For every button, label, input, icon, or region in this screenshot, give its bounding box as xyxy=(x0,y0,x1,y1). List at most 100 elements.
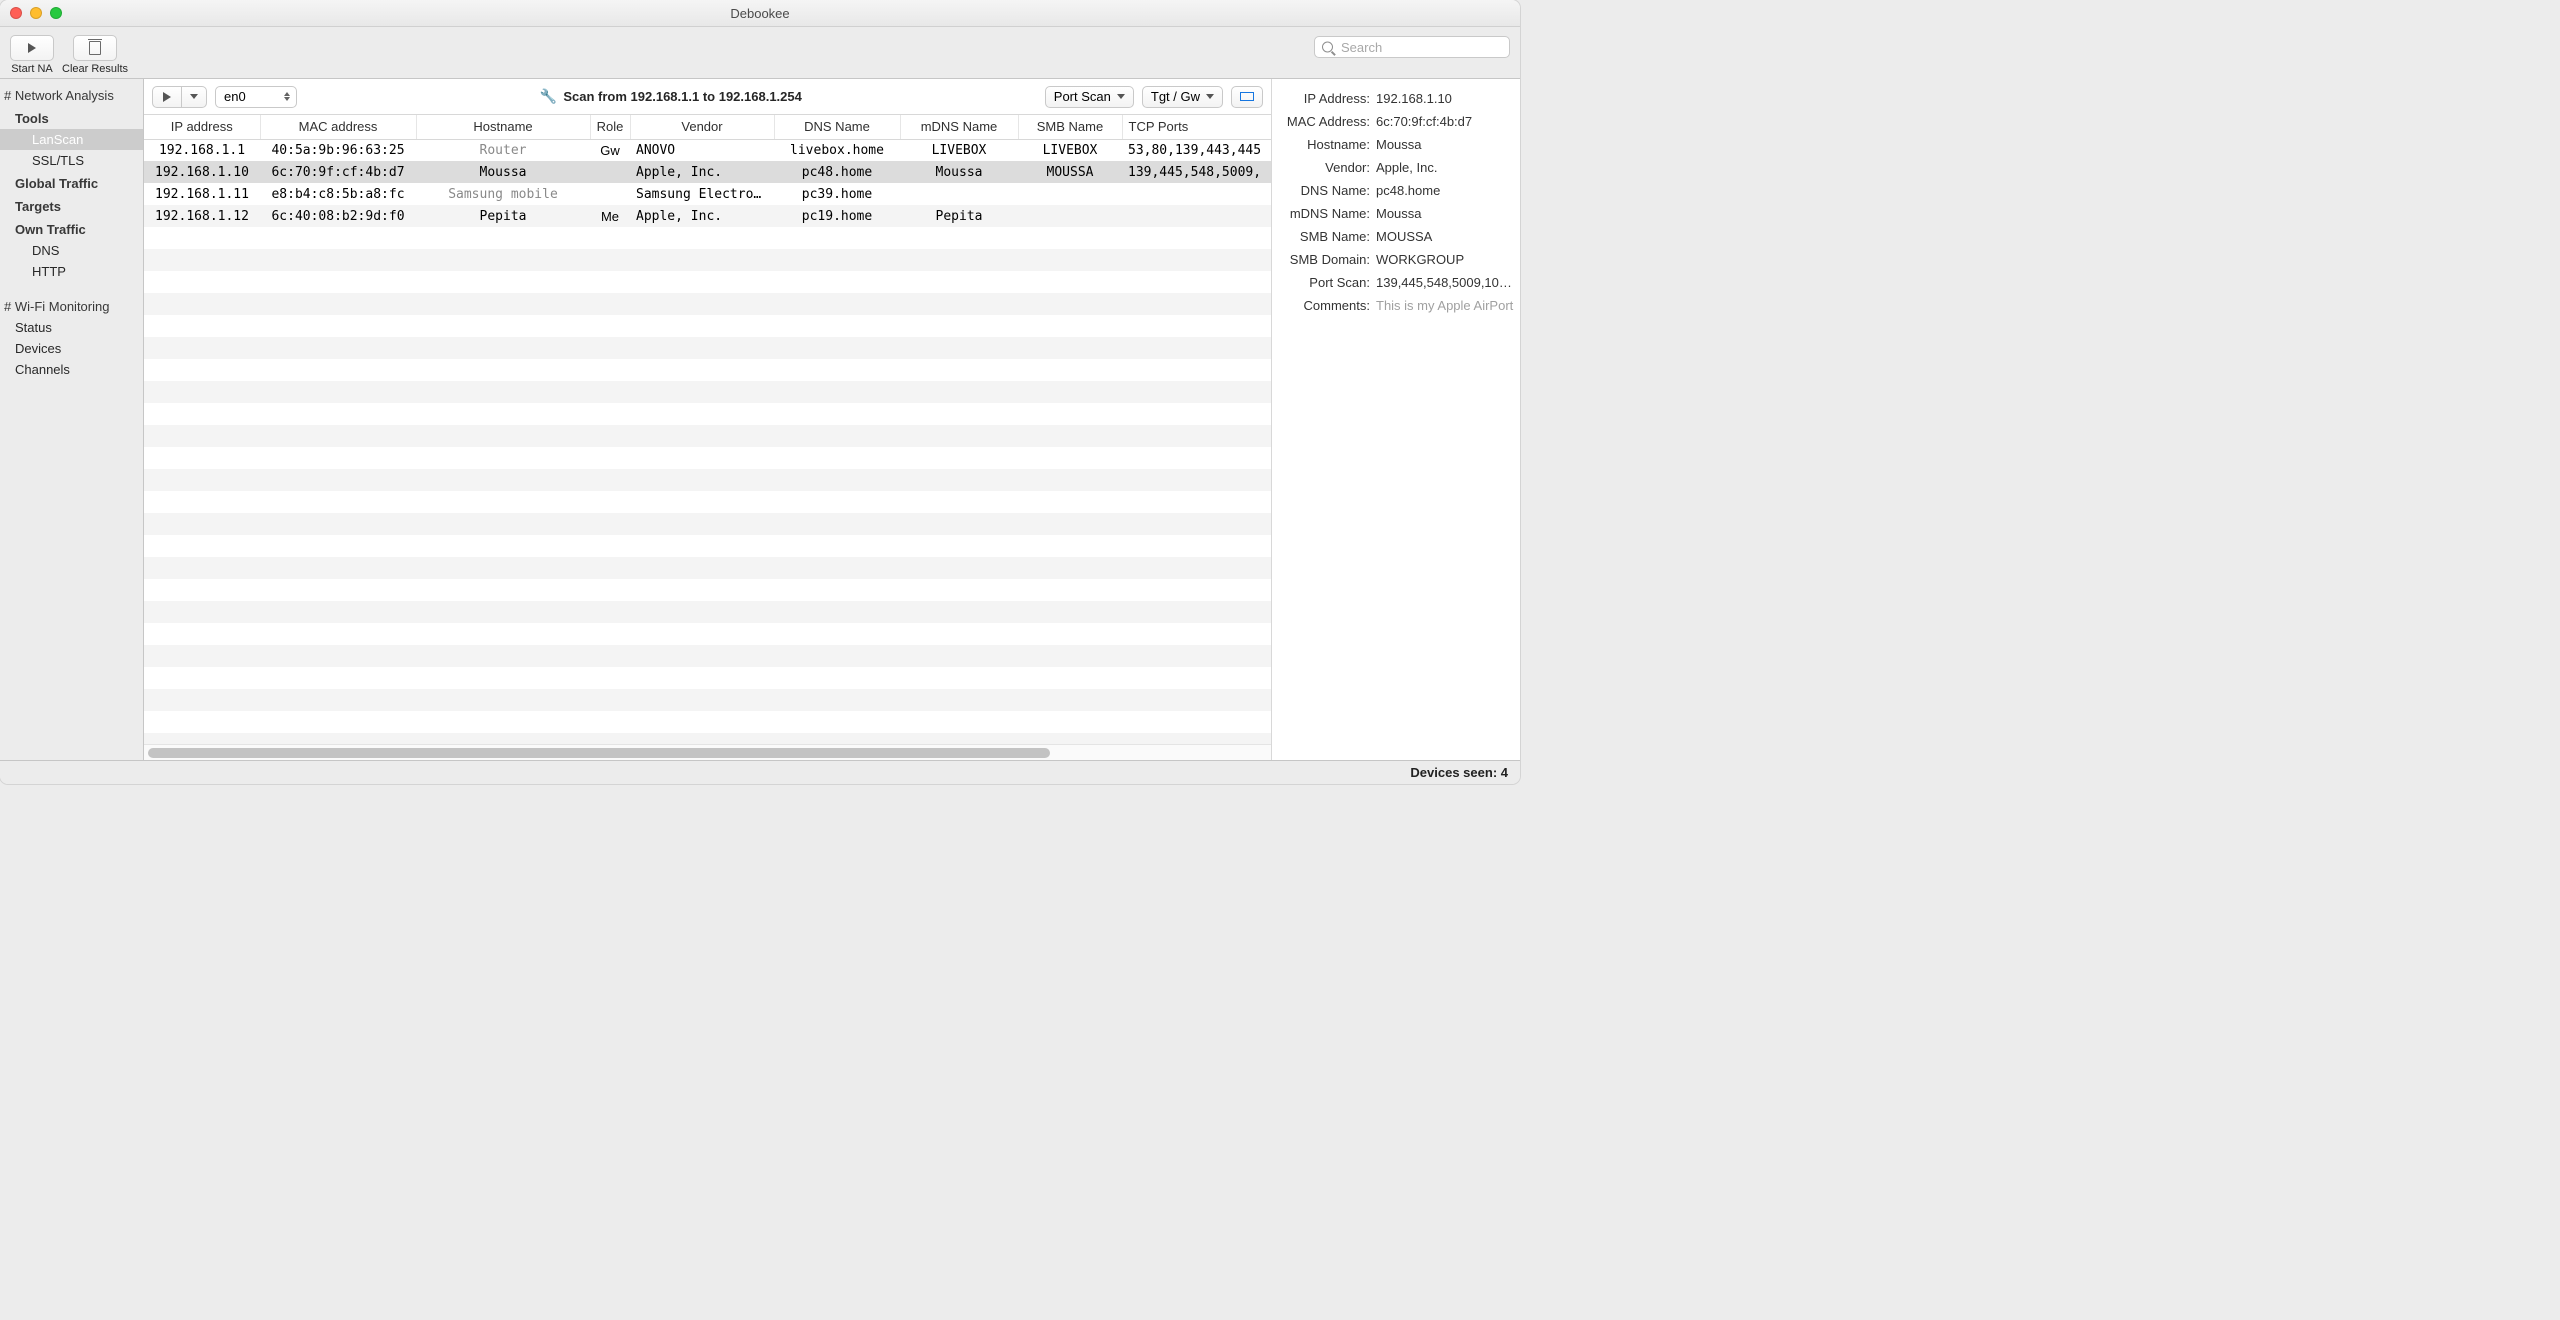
table-row-empty xyxy=(144,447,1271,469)
table-row-empty xyxy=(144,667,1271,689)
interface-select[interactable]: en0 xyxy=(215,86,297,108)
tgt-gw-popup[interactable]: Tgt / Gw xyxy=(1142,86,1223,108)
sidebar-item-http[interactable]: HTTP xyxy=(0,261,143,282)
table-cell: Pepita xyxy=(900,205,1018,227)
table-cell: ANOVO xyxy=(630,139,774,161)
sidebar-item-devices[interactable]: Devices xyxy=(0,338,143,359)
search-wrap xyxy=(1314,36,1510,58)
detail-value-mdns: Moussa xyxy=(1376,206,1514,221)
table-cell xyxy=(590,161,630,183)
trash-icon xyxy=(89,41,101,55)
detail-value-ports: 139,445,548,5009,10000 xyxy=(1376,275,1514,290)
table-header-row: IP address MAC address Hostname Role Ven… xyxy=(144,115,1271,139)
search-input[interactable] xyxy=(1314,36,1510,58)
table-row[interactable]: 192.168.1.11e8:b4:c8:5b:a8:fcSamsung mob… xyxy=(144,183,1271,205)
table-row-empty xyxy=(144,623,1271,645)
center-pane: en0 🔧 Scan from 192.168.1.1 to 192.168.1… xyxy=(144,79,1272,760)
table-row-empty xyxy=(144,645,1271,667)
detail-value-ip: 192.168.1.10 xyxy=(1376,91,1514,106)
scan-dropdown-button[interactable] xyxy=(182,87,206,107)
sidebar-item-ssltls[interactable]: SSL/TLS xyxy=(0,150,143,171)
table-row-empty xyxy=(144,293,1271,315)
table-row-empty xyxy=(144,249,1271,271)
table-cell: livebox.home xyxy=(774,139,900,161)
table-row[interactable]: 192.168.1.106c:70:9f:cf:4b:d7MoussaApple… xyxy=(144,161,1271,183)
detail-label-mac: MAC Address: xyxy=(1278,114,1370,129)
table-row-empty xyxy=(144,689,1271,711)
detail-label-mdns: mDNS Name: xyxy=(1278,206,1370,221)
table-row-empty xyxy=(144,337,1271,359)
panel-icon xyxy=(1240,92,1254,101)
clear-results-button[interactable] xyxy=(73,35,117,61)
table-row-empty xyxy=(144,315,1271,337)
sidebar-group-globaltraffic[interactable]: Global Traffic xyxy=(0,171,143,194)
col-ip[interactable]: IP address xyxy=(144,115,260,139)
scroll-thumb[interactable] xyxy=(148,748,1050,758)
detail-value-mac: 6c:70:9f:cf:4b:d7 xyxy=(1376,114,1514,129)
table-cell: Moussa xyxy=(416,161,590,183)
lanscan-table-wrap[interactable]: IP address MAC address Hostname Role Ven… xyxy=(144,115,1271,744)
col-mdns[interactable]: mDNS Name xyxy=(900,115,1018,139)
detail-toggle-button[interactable] xyxy=(1231,86,1263,108)
detail-label-smbdom: SMB Domain: xyxy=(1278,252,1370,267)
table-row-empty xyxy=(144,403,1271,425)
detail-label-dns: DNS Name: xyxy=(1278,183,1370,198)
table-cell: Pepita xyxy=(416,205,590,227)
col-role[interactable]: Role xyxy=(590,115,630,139)
col-dns[interactable]: DNS Name xyxy=(774,115,900,139)
col-host[interactable]: Hostname xyxy=(416,115,590,139)
play-icon xyxy=(163,92,171,102)
port-scan-popup[interactable]: Port Scan xyxy=(1045,86,1134,108)
table-cell: Gw xyxy=(590,139,630,161)
table-row-empty xyxy=(144,381,1271,403)
toolbar: Start NA Clear Results xyxy=(0,27,1520,79)
table-cell: LIVEBOX xyxy=(1018,139,1122,161)
table-row[interactable]: 192.168.1.140:5a:9b:96:63:25RouterGwANOV… xyxy=(144,139,1271,161)
table-cell xyxy=(1122,205,1271,227)
scan-play-button[interactable] xyxy=(153,87,182,107)
table-cell xyxy=(1018,183,1122,205)
table-row-empty xyxy=(144,579,1271,601)
sidebar-item-channels[interactable]: Channels xyxy=(0,359,143,380)
clear-results-label: Clear Results xyxy=(62,63,128,75)
sidebar-group-targets[interactable]: Targets xyxy=(0,194,143,217)
table-row-empty xyxy=(144,535,1271,557)
table-row[interactable]: 192.168.1.126c:40:08:b2:9d:f0PepitaMeApp… xyxy=(144,205,1271,227)
close-window-button[interactable] xyxy=(10,7,22,19)
table-cell: e8:b4:c8:5b:a8:fc xyxy=(260,183,416,205)
table-cell: 139,445,548,5009, xyxy=(1122,161,1271,183)
sidebar-item-dns[interactable]: DNS xyxy=(0,240,143,261)
play-icon xyxy=(28,43,36,53)
zoom-window-button[interactable] xyxy=(50,7,62,19)
sidebar-item-status[interactable]: Status xyxy=(0,317,143,338)
table-row-empty xyxy=(144,271,1271,293)
table-row-empty xyxy=(144,711,1271,733)
start-na-label: Start NA xyxy=(11,63,53,75)
col-smb[interactable]: SMB Name xyxy=(1018,115,1122,139)
chevron-down-icon xyxy=(1117,94,1125,99)
table-cell: Moussa xyxy=(900,161,1018,183)
chevron-down-icon xyxy=(1206,94,1214,99)
horizontal-scrollbar[interactable] xyxy=(144,744,1271,760)
body: # Network Analysis Tools LanScan SSL/TLS… xyxy=(0,79,1520,760)
table-cell: Apple, Inc. xyxy=(630,205,774,227)
start-na-button[interactable] xyxy=(10,35,54,61)
col-vendor[interactable]: Vendor xyxy=(630,115,774,139)
table-row-empty xyxy=(144,557,1271,579)
table-cell: 192.168.1.11 xyxy=(144,183,260,205)
sidebar: # Network Analysis Tools LanScan SSL/TLS… xyxy=(0,79,144,760)
col-ports[interactable]: TCP Ports xyxy=(1122,115,1271,139)
detail-label-host: Hostname: xyxy=(1278,137,1370,152)
table-row-empty xyxy=(144,425,1271,447)
statusbar: Devices seen: 4 xyxy=(0,760,1520,784)
traffic-lights xyxy=(10,7,62,19)
table-cell: 40:5a:9b:96:63:25 xyxy=(260,139,416,161)
minimize-window-button[interactable] xyxy=(30,7,42,19)
sidebar-item-lanscan[interactable]: LanScan xyxy=(0,129,143,150)
col-mac[interactable]: MAC address xyxy=(260,115,416,139)
sidebar-section-wifi: # Wi-Fi Monitoring xyxy=(0,294,143,317)
table-cell xyxy=(1018,205,1122,227)
scan-range-label: 🔧 Scan from 192.168.1.1 to 192.168.1.254 xyxy=(305,88,1037,105)
sidebar-group-tools: Tools xyxy=(0,106,143,129)
table-row-empty xyxy=(144,359,1271,381)
